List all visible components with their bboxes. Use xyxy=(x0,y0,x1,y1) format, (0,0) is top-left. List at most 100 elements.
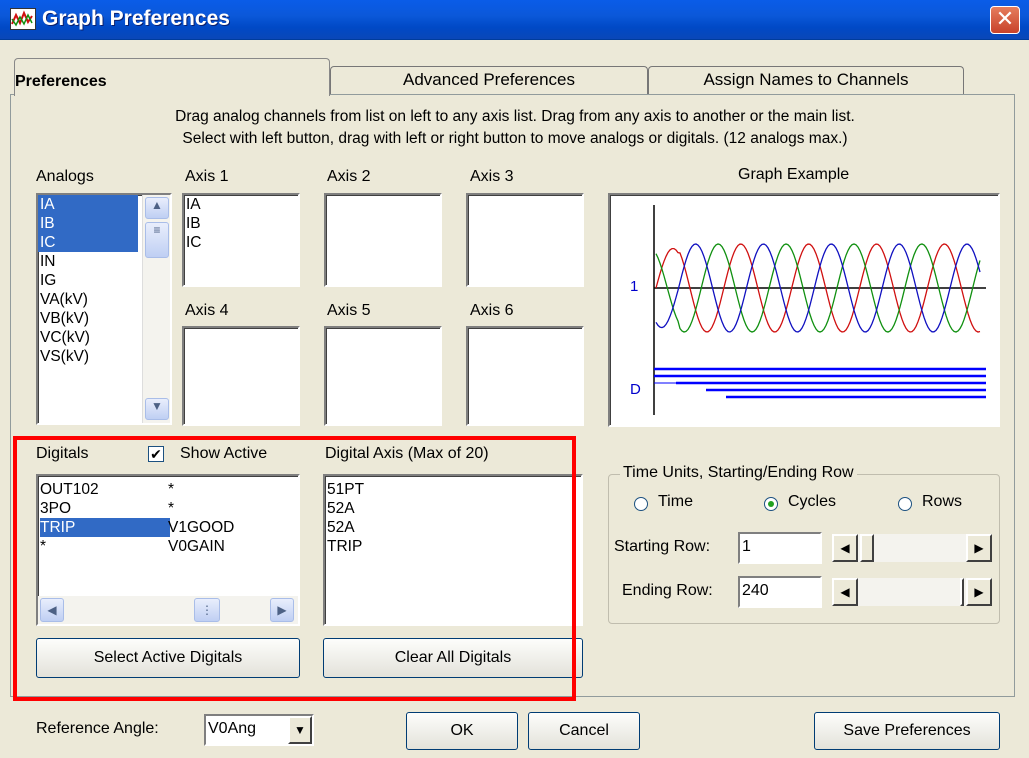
tab-preferences-label: Preferences xyxy=(15,73,107,90)
digitals-hscrollbar[interactable]: ◀ ⋮ ▶ xyxy=(38,596,298,624)
close-icon[interactable]: ✕ xyxy=(990,6,1020,34)
show-active-checkbox[interactable]: ✔ xyxy=(148,446,164,462)
axis-item[interactable]: IB xyxy=(184,214,298,233)
digital-axis-list[interactable]: 51PT 52A 52A TRIP xyxy=(323,474,583,626)
scroll-up-icon[interactable]: ▲ xyxy=(145,197,169,219)
analog-item[interactable]: IB xyxy=(38,214,138,233)
reference-angle-value: V0Ang xyxy=(208,720,257,737)
digital-name: TRIP xyxy=(40,518,170,537)
axis-3-label: Axis 3 xyxy=(470,168,514,185)
analog-item[interactable]: VS(kV) xyxy=(38,347,138,366)
digital-name: V1GOOD xyxy=(168,519,235,536)
graph-app-icon xyxy=(10,8,36,30)
chevron-down-icon[interactable]: ▼ xyxy=(288,716,312,744)
digital-axis-item[interactable]: TRIP xyxy=(325,537,581,556)
show-active-label: Show Active xyxy=(180,445,268,462)
digital-name: V0GAIN xyxy=(168,538,225,555)
graph-example-label: Graph Example xyxy=(738,166,850,183)
analog-item[interactable]: VA(kV) xyxy=(38,290,138,309)
digital-name: * xyxy=(168,500,175,517)
axis-1-list[interactable]: IA IB IC xyxy=(182,193,300,287)
starting-row-input[interactable]: 1 xyxy=(738,532,822,564)
save-preferences-button[interactable]: Save Preferences xyxy=(814,712,1000,750)
slider-thumb[interactable] xyxy=(960,578,964,606)
analog-item[interactable]: VC(kV) xyxy=(38,328,138,347)
digital-row[interactable]: TRIP V1GOOD xyxy=(38,518,298,537)
analog-item[interactable]: IG xyxy=(38,271,138,290)
digital-row[interactable]: OUT102 * xyxy=(38,480,298,499)
analogs-scrollbar[interactable]: ▲ ≡ ▼ xyxy=(142,195,170,423)
tab-advanced-preferences[interactable]: Advanced Preferences xyxy=(330,66,648,94)
digital-name: * xyxy=(168,481,175,498)
digitals-label: Digitals xyxy=(36,445,89,462)
graph-example-preview: 1 D xyxy=(608,193,1000,427)
graph-axis-1-label: 1 xyxy=(630,278,639,295)
title-bar[interactable]: Graph Preferences ✕ xyxy=(0,0,1029,40)
instruction-line-2: Select with left button, drag with left … xyxy=(182,130,848,147)
tab-preferences[interactable]: Preferences xyxy=(14,58,330,96)
cycles-radio-label: Cycles xyxy=(788,493,837,510)
reference-angle-select[interactable]: V0Ang ▼ xyxy=(204,714,314,746)
analog-item[interactable]: VB(kV) xyxy=(38,309,138,328)
ending-row-slider[interactable]: ◀ ▶ xyxy=(832,578,992,606)
arrow-right-icon[interactable]: ▶ xyxy=(966,534,992,562)
clear-all-digitals-button[interactable]: Clear All Digitals xyxy=(323,638,583,678)
instruction-line-1: Drag analog channels from list on left t… xyxy=(175,108,855,125)
scroll-left-icon[interactable]: ◀ xyxy=(40,598,64,622)
ending-row-input[interactable]: 240 xyxy=(738,576,822,608)
digital-name: * xyxy=(40,538,47,555)
arrow-left-icon[interactable]: ◀ xyxy=(832,534,858,562)
graph-example-svg xyxy=(653,205,986,415)
scroll-thumb[interactable]: ≡ xyxy=(145,222,169,258)
axis-2-list[interactable] xyxy=(324,193,442,287)
axis-1-label: Axis 1 xyxy=(185,168,229,185)
axis-item[interactable]: IA xyxy=(184,195,298,214)
cycles-radio[interactable] xyxy=(764,497,778,511)
ending-row-label: Ending Row: xyxy=(622,582,713,599)
scroll-right-icon[interactable]: ▶ xyxy=(270,598,294,622)
rows-radio[interactable] xyxy=(898,497,912,511)
axis-4-list[interactable] xyxy=(182,326,300,426)
analog-item[interactable]: IC xyxy=(38,233,138,252)
time-units-group-label: Time Units, Starting/Ending Row xyxy=(620,464,857,482)
reference-angle-label: Reference Angle: xyxy=(36,720,159,737)
digital-axis-label: Digital Axis (Max of 20) xyxy=(325,445,489,462)
analog-item[interactable]: IA xyxy=(38,195,138,214)
axis-4-label: Axis 4 xyxy=(185,302,229,319)
starting-row-label: Starting Row: xyxy=(614,538,711,555)
window-title: Graph Preferences xyxy=(42,7,230,30)
time-radio-label: Time xyxy=(658,493,693,510)
digitals-list[interactable]: OUT102 * 3PO * TRIP V1GOOD * V0GAIN ◀ ⋮ ▶ xyxy=(36,474,300,626)
axis-2-label: Axis 2 xyxy=(327,168,371,185)
slider-thumb[interactable] xyxy=(860,534,874,562)
tab-advanced-preferences-label: Advanced Preferences xyxy=(403,70,575,89)
rows-radio-label: Rows xyxy=(922,493,963,510)
cancel-button[interactable]: Cancel xyxy=(528,712,640,750)
digital-name: OUT102 xyxy=(40,481,99,498)
ok-button[interactable]: OK xyxy=(406,712,518,750)
digital-axis-item[interactable]: 52A xyxy=(325,499,581,518)
scroll-thumb[interactable]: ⋮ xyxy=(194,598,220,622)
select-active-digitals-button[interactable]: Select Active Digitals xyxy=(36,638,300,678)
digital-row[interactable]: * V0GAIN xyxy=(38,537,298,556)
analogs-label: Analogs xyxy=(36,168,94,185)
digital-axis-item[interactable]: 51PT xyxy=(325,480,581,499)
analog-item[interactable]: IN xyxy=(38,252,138,271)
analogs-list[interactable]: IA IB IC IN IG VA(kV) VB(kV) VC(kV) VS(k… xyxy=(36,193,172,425)
axis-5-list[interactable] xyxy=(324,326,442,426)
axis-6-label: Axis 6 xyxy=(470,302,514,319)
axis-item[interactable]: IC xyxy=(184,233,298,252)
arrow-right-icon[interactable]: ▶ xyxy=(966,578,992,606)
arrow-left-icon[interactable]: ◀ xyxy=(832,578,858,606)
tab-assign-names[interactable]: Assign Names to Channels xyxy=(648,66,964,94)
digital-name: 3PO xyxy=(40,500,72,517)
axis-3-list[interactable] xyxy=(466,193,584,287)
graph-axis-d-label: D xyxy=(630,381,641,398)
digital-axis-item[interactable]: 52A xyxy=(325,518,581,537)
scroll-down-icon[interactable]: ▼ xyxy=(145,398,169,420)
axis-6-list[interactable] xyxy=(466,326,584,426)
axis-5-label: Axis 5 xyxy=(327,302,371,319)
starting-row-slider[interactable]: ◀ ▶ xyxy=(832,534,992,562)
digital-row[interactable]: 3PO * xyxy=(38,499,298,518)
time-radio[interactable] xyxy=(634,497,648,511)
